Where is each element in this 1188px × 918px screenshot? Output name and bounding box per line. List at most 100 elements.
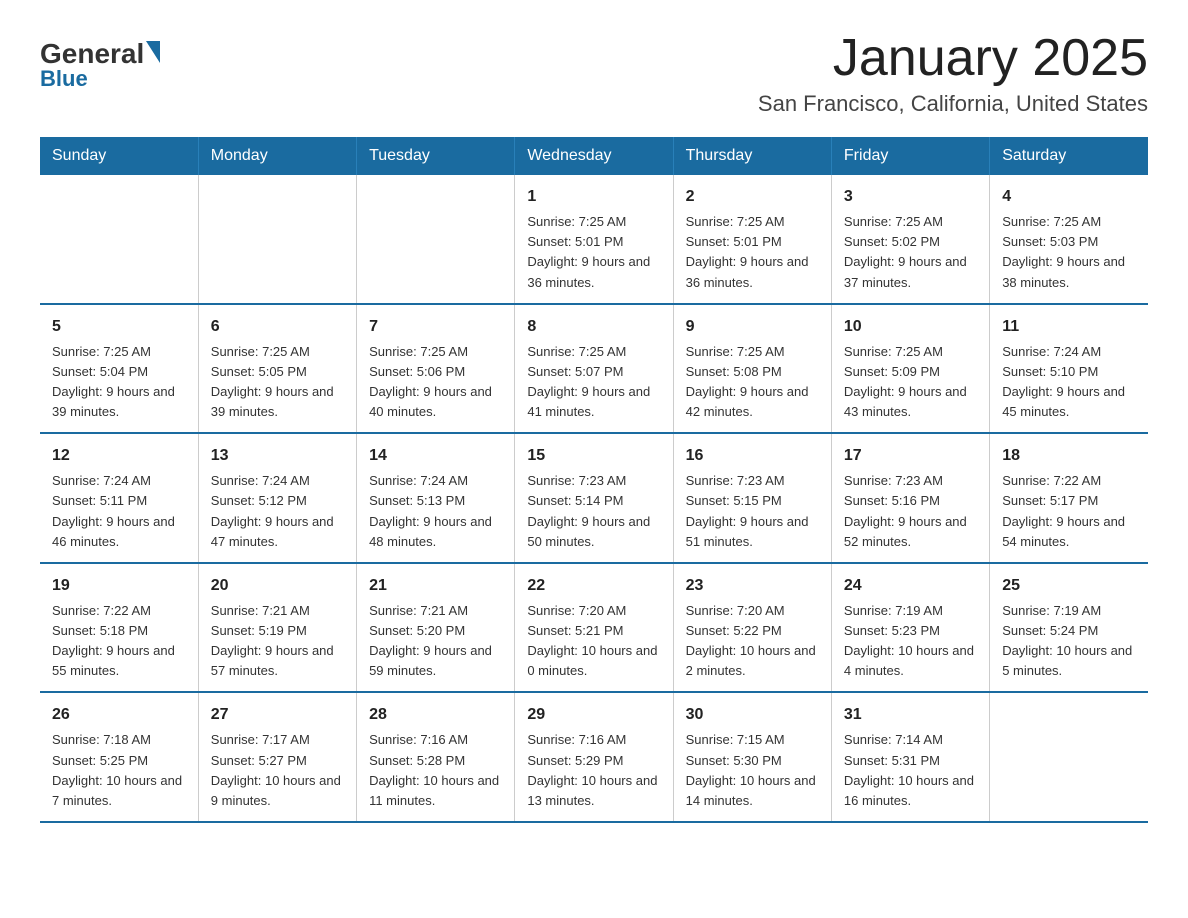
day-cell: 12Sunrise: 7:24 AM Sunset: 5:11 PM Dayli… (40, 433, 198, 563)
location-subtitle: San Francisco, California, United States (758, 91, 1148, 117)
day-cell: 26Sunrise: 7:18 AM Sunset: 5:25 PM Dayli… (40, 692, 198, 822)
day-info: Sunrise: 7:23 AM Sunset: 5:14 PM Dayligh… (527, 471, 660, 552)
day-info: Sunrise: 7:15 AM Sunset: 5:30 PM Dayligh… (686, 730, 819, 811)
day-cell: 11Sunrise: 7:24 AM Sunset: 5:10 PM Dayli… (990, 304, 1148, 434)
day-info: Sunrise: 7:17 AM Sunset: 5:27 PM Dayligh… (211, 730, 344, 811)
day-number: 28 (369, 703, 502, 727)
week-row-4: 19Sunrise: 7:22 AM Sunset: 5:18 PM Dayli… (40, 563, 1148, 693)
calendar-body: 1 Sunrise: 7:25 AM Sunset: 5:01 PM Daylig… (40, 175, 1148, 822)
day-cell: 3 Sunrise: 7:25 AM Sunset: 5:02 PM Daylig… (831, 175, 989, 304)
logo: General Blue (40, 40, 160, 92)
header-cell-thursday: Thursday (673, 137, 831, 175)
day-number: 27 (211, 703, 344, 727)
day-number: 10 (844, 315, 977, 339)
day-info: Sunrise: 7:20 AM Sunset: 5:21 PM Dayligh… (527, 601, 660, 682)
day-number: 3 (844, 185, 977, 209)
week-row-5: 26Sunrise: 7:18 AM Sunset: 5:25 PM Dayli… (40, 692, 1148, 822)
day-number: 6 (211, 315, 344, 339)
day-cell: 21 Sunrise: 7:21 AM Sunset: 5:20 PM Dayli… (357, 563, 515, 693)
header-cell-saturday: Saturday (990, 137, 1148, 175)
day-cell: 6 Sunrise: 7:25 AM Sunset: 5:05 PM Daylig… (198, 304, 356, 434)
day-info: Sunrise: 7:16 AM Sunset: 5:28 PM Dayligh… (369, 730, 502, 811)
logo-general-text: General (40, 40, 144, 68)
page-header: General Blue January 2025 San Francisco,… (40, 30, 1148, 117)
day-info: Sunrise: 7:19 AM Sunset: 5:23 PM Dayligh… (844, 601, 977, 682)
day-info: Sunrise: 7:25 AM Sunset: 5:01 PM Dayligh… (527, 212, 660, 293)
day-number: 22 (527, 574, 660, 598)
day-number: 7 (369, 315, 502, 339)
week-row-2: 5 Sunrise: 7:25 AM Sunset: 5:04 PM Daylig… (40, 304, 1148, 434)
day-info: Sunrise: 7:14 AM Sunset: 5:31 PM Dayligh… (844, 730, 977, 811)
day-cell: 5 Sunrise: 7:25 AM Sunset: 5:04 PM Daylig… (40, 304, 198, 434)
day-number: 20 (211, 574, 344, 598)
day-cell: 20 Sunrise: 7:21 AM Sunset: 5:19 PM Dayli… (198, 563, 356, 693)
day-number: 16 (686, 444, 819, 468)
day-cell: 1 Sunrise: 7:25 AM Sunset: 5:01 PM Daylig… (515, 175, 673, 304)
day-info: Sunrise: 7:25 AM Sunset: 5:09 PM Dayligh… (844, 342, 977, 423)
header-row: SundayMondayTuesdayWednesdayThursdayFrid… (40, 137, 1148, 175)
logo-triangle-icon (146, 41, 160, 63)
day-number: 24 (844, 574, 977, 598)
day-cell: 9Sunrise: 7:25 AM Sunset: 5:08 PM Daylig… (673, 304, 831, 434)
title-block: January 2025 San Francisco, California, … (758, 30, 1148, 117)
day-info: Sunrise: 7:25 AM Sunset: 5:01 PM Dayligh… (686, 212, 819, 293)
day-number: 11 (1002, 315, 1136, 339)
day-cell: 30 Sunrise: 7:15 AM Sunset: 5:30 PM Dayli… (673, 692, 831, 822)
day-cell (990, 692, 1148, 822)
day-number: 13 (211, 444, 344, 468)
day-cell: 16 Sunrise: 7:23 AM Sunset: 5:15 PM Dayli… (673, 433, 831, 563)
day-cell: 28 Sunrise: 7:16 AM Sunset: 5:28 PM Dayli… (357, 692, 515, 822)
day-info: Sunrise: 7:25 AM Sunset: 5:02 PM Dayligh… (844, 212, 977, 293)
day-cell: 7Sunrise: 7:25 AM Sunset: 5:06 PM Daylig… (357, 304, 515, 434)
day-number: 8 (527, 315, 660, 339)
day-info: Sunrise: 7:21 AM Sunset: 5:20 PM Dayligh… (369, 601, 502, 682)
day-cell: 4 Sunrise: 7:25 AM Sunset: 5:03 PM Daylig… (990, 175, 1148, 304)
day-cell (357, 175, 515, 304)
day-info: Sunrise: 7:25 AM Sunset: 5:07 PM Dayligh… (527, 342, 660, 423)
day-info: Sunrise: 7:21 AM Sunset: 5:19 PM Dayligh… (211, 601, 344, 682)
day-cell: 22 Sunrise: 7:20 AM Sunset: 5:21 PM Dayli… (515, 563, 673, 693)
month-title: January 2025 (758, 30, 1148, 87)
day-info: Sunrise: 7:23 AM Sunset: 5:16 PM Dayligh… (844, 471, 977, 552)
day-number: 21 (369, 574, 502, 598)
day-cell: 8 Sunrise: 7:25 AM Sunset: 5:07 PM Daylig… (515, 304, 673, 434)
header-cell-tuesday: Tuesday (357, 137, 515, 175)
day-number: 15 (527, 444, 660, 468)
day-number: 23 (686, 574, 819, 598)
day-info: Sunrise: 7:24 AM Sunset: 5:12 PM Dayligh… (211, 471, 344, 552)
header-cell-sunday: Sunday (40, 137, 198, 175)
day-cell: 25Sunrise: 7:19 AM Sunset: 5:24 PM Dayli… (990, 563, 1148, 693)
day-cell: 15 Sunrise: 7:23 AM Sunset: 5:14 PM Dayli… (515, 433, 673, 563)
day-cell: 10 Sunrise: 7:25 AM Sunset: 5:09 PM Dayli… (831, 304, 989, 434)
day-info: Sunrise: 7:25 AM Sunset: 5:08 PM Dayligh… (686, 342, 819, 423)
logo-blue-text: Blue (40, 66, 160, 92)
day-info: Sunrise: 7:25 AM Sunset: 5:05 PM Dayligh… (211, 342, 344, 423)
day-cell: 24 Sunrise: 7:19 AM Sunset: 5:23 PM Dayli… (831, 563, 989, 693)
day-number: 30 (686, 703, 819, 727)
day-info: Sunrise: 7:24 AM Sunset: 5:13 PM Dayligh… (369, 471, 502, 552)
day-number: 1 (527, 185, 660, 209)
day-info: Sunrise: 7:23 AM Sunset: 5:15 PM Dayligh… (686, 471, 819, 552)
day-number: 29 (527, 703, 660, 727)
header-cell-friday: Friday (831, 137, 989, 175)
day-cell: 13 Sunrise: 7:24 AM Sunset: 5:12 PM Dayli… (198, 433, 356, 563)
day-info: Sunrise: 7:19 AM Sunset: 5:24 PM Dayligh… (1002, 601, 1136, 682)
day-cell: 2Sunrise: 7:25 AM Sunset: 5:01 PM Daylig… (673, 175, 831, 304)
calendar-header: SundayMondayTuesdayWednesdayThursdayFrid… (40, 137, 1148, 175)
day-info: Sunrise: 7:16 AM Sunset: 5:29 PM Dayligh… (527, 730, 660, 811)
day-cell: 27 Sunrise: 7:17 AM Sunset: 5:27 PM Dayli… (198, 692, 356, 822)
day-cell (40, 175, 198, 304)
day-number: 31 (844, 703, 977, 727)
day-cell (198, 175, 356, 304)
day-number: 5 (52, 315, 186, 339)
day-number: 4 (1002, 185, 1136, 209)
calendar-table: SundayMondayTuesdayWednesdayThursdayFrid… (40, 137, 1148, 823)
day-cell: 14 Sunrise: 7:24 AM Sunset: 5:13 PM Dayli… (357, 433, 515, 563)
day-info: Sunrise: 7:25 AM Sunset: 5:04 PM Dayligh… (52, 342, 186, 423)
week-row-3: 12Sunrise: 7:24 AM Sunset: 5:11 PM Dayli… (40, 433, 1148, 563)
header-cell-wednesday: Wednesday (515, 137, 673, 175)
day-info: Sunrise: 7:25 AM Sunset: 5:03 PM Dayligh… (1002, 212, 1136, 293)
day-number: 14 (369, 444, 502, 468)
day-info: Sunrise: 7:22 AM Sunset: 5:17 PM Dayligh… (1002, 471, 1136, 552)
day-cell: 19Sunrise: 7:22 AM Sunset: 5:18 PM Dayli… (40, 563, 198, 693)
